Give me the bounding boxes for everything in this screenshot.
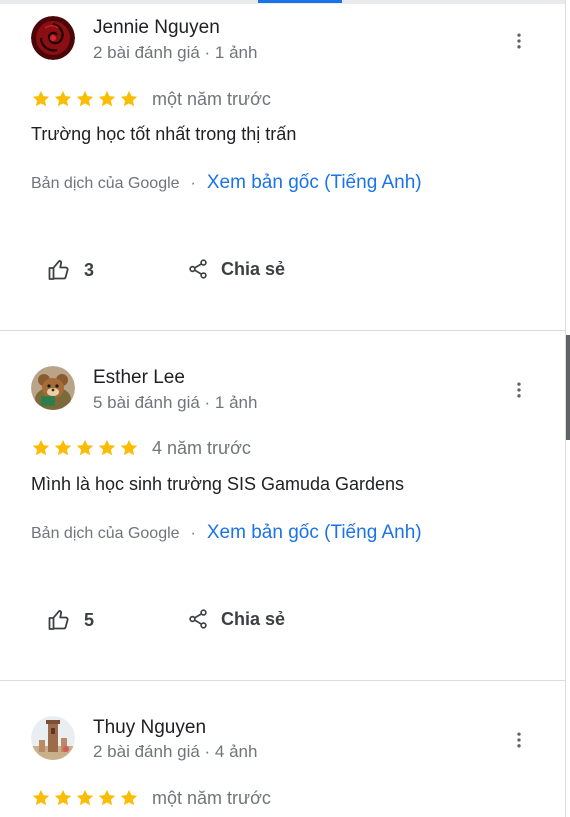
avatar[interactable]	[31, 716, 75, 760]
star-icon	[31, 438, 51, 458]
review-time: 4 năm trước	[152, 438, 251, 458]
review-card: Esther Lee 5 bài đánh giá · 1 ảnh 4 năm …	[0, 331, 565, 680]
see-original-link[interactable]: Xem bản gốc (Tiếng Anh)	[207, 172, 422, 194]
star-icon	[75, 788, 95, 808]
thumb-up-icon	[47, 258, 71, 282]
review-card: Thuy Nguyen 2 bài đánh giá · 4 ảnh một n…	[0, 681, 565, 817]
star-icon	[97, 438, 117, 458]
star-icon	[97, 788, 117, 808]
star-icon	[119, 438, 139, 458]
like-count: 5	[84, 609, 95, 630]
more-vert-icon	[509, 31, 529, 51]
like-button[interactable]: 3	[47, 258, 94, 282]
translation-row: Bản dịch của Google · Xem bản gốc (Tiếng…	[31, 522, 422, 544]
review-time: một năm trước	[152, 788, 271, 808]
like-button[interactable]: 5	[47, 608, 94, 632]
more-options-button[interactable]	[508, 376, 530, 404]
star-icon	[75, 89, 95, 109]
more-vert-icon	[509, 730, 529, 750]
star-icon	[53, 438, 73, 458]
reviewer-name[interactable]: Thuy Nguyen	[93, 717, 206, 739]
review-card: Jennie Nguyen 2 bài đánh giá · 1 ảnh một…	[0, 0, 565, 330]
review-text: Trường học tốt nhất trong thị trấn	[31, 124, 297, 144]
star-icon	[75, 438, 95, 458]
more-vert-icon	[509, 380, 529, 400]
star-rating	[31, 788, 139, 808]
translation-row: Bản dịch của Google · Xem bản gốc (Tiếng…	[31, 172, 422, 194]
share-button[interactable]: Chia sẻ	[187, 608, 285, 630]
share-label: Chia sẻ	[221, 608, 286, 629]
translated-by-label: Bản dịch của Google	[31, 175, 180, 192]
reviewer-meta[interactable]: 2 bài đánh giá · 1 ảnh	[93, 43, 257, 63]
share-button[interactable]: Chia sẻ	[187, 258, 285, 280]
separator-dot: ·	[190, 175, 196, 192]
scrollbar-thumb[interactable]	[566, 335, 570, 440]
avatar[interactable]	[31, 16, 75, 60]
reviewer-name[interactable]: Esther Lee	[93, 367, 185, 389]
star-icon	[119, 89, 139, 109]
star-icon	[119, 788, 139, 808]
thumb-up-icon	[47, 608, 71, 632]
star-rating	[31, 89, 139, 109]
reviewer-meta[interactable]: 5 bài đánh giá · 1 ảnh	[93, 393, 257, 413]
star-icon	[97, 89, 117, 109]
star-icon	[31, 89, 51, 109]
more-options-button[interactable]	[508, 27, 530, 55]
more-options-button[interactable]	[508, 726, 530, 754]
star-icon	[31, 788, 51, 808]
reviewer-name[interactable]: Jennie Nguyen	[93, 17, 220, 39]
avatar[interactable]	[31, 366, 75, 410]
star-rating	[31, 438, 139, 458]
star-icon	[53, 788, 73, 808]
separator-dot: ·	[190, 525, 196, 542]
share-icon	[187, 258, 209, 280]
see-original-link[interactable]: Xem bản gốc (Tiếng Anh)	[207, 522, 422, 544]
review-time: một năm trước	[152, 89, 271, 109]
translated-by-label: Bản dịch của Google	[31, 525, 180, 542]
reviews-panel: Jennie Nguyen 2 bài đánh giá · 1 ảnh một…	[0, 0, 570, 817]
share-label: Chia sẻ	[221, 258, 286, 279]
share-icon	[187, 608, 209, 630]
reviewer-meta[interactable]: 2 bài đánh giá · 4 ảnh	[93, 742, 257, 762]
like-count: 3	[84, 259, 95, 280]
star-icon	[53, 89, 73, 109]
review-text: Mình là học sinh trường SIS Gamuda Garde…	[31, 474, 405, 494]
